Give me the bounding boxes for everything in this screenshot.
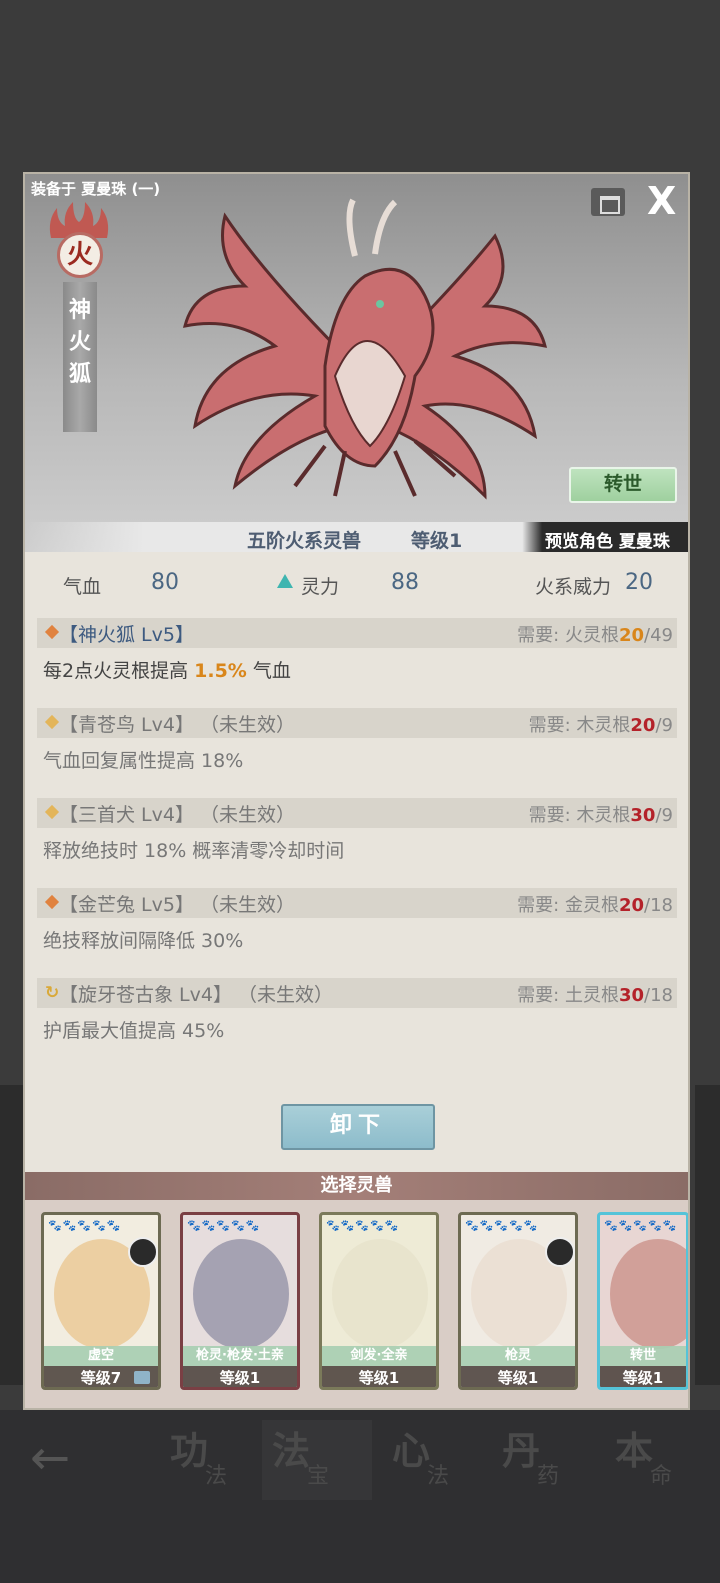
bonus-requirement: 需要: 金灵根20/18 <box>517 895 673 916</box>
bonus-title: 【三首犬 Lv4】 （未生效） <box>59 804 295 826</box>
beast-card[interactable]: 🐾🐾🐾🐾🐾 枪灵 等级1 <box>458 1212 578 1390</box>
bonus-description: 绝技释放间隔降低 30% <box>43 930 244 952</box>
req-label: 需要: <box>517 625 560 646</box>
spirit-power-icon <box>277 574 293 588</box>
background-panel-left <box>0 1085 25 1385</box>
lock-icon <box>134 1371 150 1384</box>
beast-level: 等级1 <box>411 530 463 552</box>
beast-card-list[interactable]: 🐾🐾🐾🐾🐾 虚空 等级7 🐾🐾🐾🐾🐾 枪灵·枪发·土亲 等级1 🐾🐾🐾🐾🐾 剑发… <box>25 1200 688 1408</box>
bonus-description: 护盾最大值提高 45% <box>43 1020 225 1042</box>
bonus-requirement: 需要: 木灵根20/9 <box>528 715 673 736</box>
beast-card-level: 等级1 <box>600 1366 686 1387</box>
bonus-description: 气血回复属性提高 18% <box>43 750 244 772</box>
stat-hp-label: 气血 <box>63 576 102 598</box>
beast-hero-panel: 装备于 夏曼珠 (一) X 火 神火狐 转世 五阶火系灵兽 等级1 预览角色 夏… <box>25 174 688 552</box>
bonus-header: ↻ 【旋牙苍古象 Lv4】 （未生效） 需要: 土灵根30/18 <box>37 978 677 1008</box>
star-rating: 🐾🐾🐾🐾🐾 <box>604 1219 678 1232</box>
star-rating: 🐾🐾🐾🐾🐾 <box>48 1219 122 1232</box>
close-icon[interactable]: X <box>647 182 676 220</box>
cycle-marker-icon: ↻ <box>45 983 60 1003</box>
beast-card[interactable]: 🐾🐾🐾🐾🐾 虚空 等级7 <box>41 1212 161 1390</box>
select-beast-title: 选择灵兽 <box>25 1172 688 1200</box>
bonus-header: 【青苍鸟 Lv4】 （未生效） 需要: 木灵根20/9 <box>37 708 677 738</box>
star-rating: 🐾🐾🐾🐾🐾 <box>465 1219 539 1232</box>
stat-hp-value: 80 <box>151 570 179 595</box>
unequip-button[interactable]: 卸下 <box>281 1104 435 1150</box>
bonus-header: 【金芒兔 Lv5】 （未生效） 需要: 金灵根20/18 <box>37 888 677 918</box>
bonus-marker-icon <box>44 624 60 640</box>
tab-benming[interactable]: 本 命 <box>605 1420 715 1500</box>
tab-xinfa[interactable]: 心 法 <box>382 1420 492 1500</box>
bonus-requirement: 需要: 火灵根20/49 <box>517 621 673 647</box>
bonus-title: 【旋牙苍古象 Lv4】 （未生效） <box>59 984 333 1006</box>
back-arrow-icon[interactable]: ← <box>30 1430 70 1486</box>
background-panel-right <box>695 1085 720 1385</box>
bonus-header: 【三首犬 Lv4】 （未生效） 需要: 木灵根30/9 <box>37 798 677 828</box>
bonus-description: 每2点火灵根提高 1.5% 气血 <box>43 660 291 682</box>
bonus-marker-icon <box>44 714 60 730</box>
bonus-requirement: 需要: 木灵根30/9 <box>528 805 673 826</box>
bonus-title: 【神火狐 Lv5】 <box>59 624 194 646</box>
bonus-header: 【神火狐 Lv5】 需要: 火灵根20/49 <box>37 618 677 648</box>
stat-fire-power-label: 火系威力 <box>535 576 612 598</box>
beast-card-level: 等级1 <box>322 1366 436 1387</box>
stat-spirit-label: 灵力 <box>301 576 340 598</box>
beast-card-level: 等级1 <box>461 1366 575 1387</box>
tab-fabao[interactable]: 法 宝 <box>262 1420 372 1500</box>
beast-tag: 剑发·全亲 <box>322 1346 436 1366</box>
bonus-marker-icon <box>44 804 60 820</box>
beast-card[interactable]: 🐾🐾🐾🐾🐾 枪灵·枪发·土亲 等级1 <box>180 1212 300 1390</box>
bonus-requirement: 需要: 土灵根30/18 <box>517 985 673 1006</box>
bonus-title: 【金芒兔 Lv5】 （未生效） <box>59 894 295 916</box>
beast-tag: 虚空 <box>44 1346 158 1366</box>
tab-danyao[interactable]: 丹 药 <box>492 1420 602 1500</box>
req-max: /49 <box>644 625 673 646</box>
equipped-on-label: 装备于 夏曼珠 (一) <box>31 180 161 198</box>
bonus-title: 【青苍鸟 Lv4】 （未生效） <box>59 714 295 736</box>
beast-tag: 枪灵 <box>461 1346 575 1366</box>
owner-avatar <box>545 1237 575 1267</box>
req-root: 火灵根 <box>564 625 619 646</box>
beast-portrait <box>332 1239 428 1349</box>
beast-tier: 五阶火系灵兽 <box>247 530 362 552</box>
beast-tag: 枪灵·枪发·土亲 <box>183 1346 297 1366</box>
fire-fox-artwork <box>182 198 548 500</box>
reincarnate-button[interactable]: 转世 <box>569 467 677 503</box>
beast-portrait <box>193 1239 289 1349</box>
save-preset-icon[interactable] <box>591 188 625 216</box>
element-badge: 火 <box>57 232 103 278</box>
star-rating: 🐾🐾🐾🐾🐾 <box>187 1219 261 1232</box>
owner-avatar <box>128 1237 158 1267</box>
bonus-marker-icon <box>44 894 60 910</box>
beast-card-selected[interactable]: 🐾🐾🐾🐾🐾 转世 等级1 <box>597 1212 688 1390</box>
stat-spirit-value: 88 <box>391 570 419 595</box>
beast-name-banner: 神火狐 <box>63 282 97 432</box>
beast-card-level: 等级1 <box>183 1366 297 1387</box>
beast-card[interactable]: 🐾🐾🐾🐾🐾 剑发·全亲 等级1 <box>319 1212 439 1390</box>
bonus-description: 释放绝技时 18% 概率清零冷却时间 <box>43 840 345 862</box>
stat-fire-power-value: 20 <box>625 570 653 595</box>
bonus-highlight: 1.5% <box>194 660 247 682</box>
preview-character-label: 预览角色 夏曼珠 <box>545 532 670 552</box>
beast-name-vertical: 神火狐 <box>68 297 91 387</box>
req-current: 20 <box>618 625 645 646</box>
beast-portrait <box>610 1239 686 1349</box>
beast-stats: 气血 80 灵力 88 火系威力 20 <box>25 552 688 614</box>
tab-gongfa[interactable]: 功 法 <box>160 1420 270 1500</box>
beast-tag: 转世 <box>600 1346 686 1366</box>
star-rating: 🐾🐾🐾🐾🐾 <box>326 1219 400 1232</box>
spirit-beast-modal: 装备于 夏曼珠 (一) X 火 神火狐 转世 五阶火系灵兽 等级1 预览角色 夏… <box>23 172 690 1410</box>
